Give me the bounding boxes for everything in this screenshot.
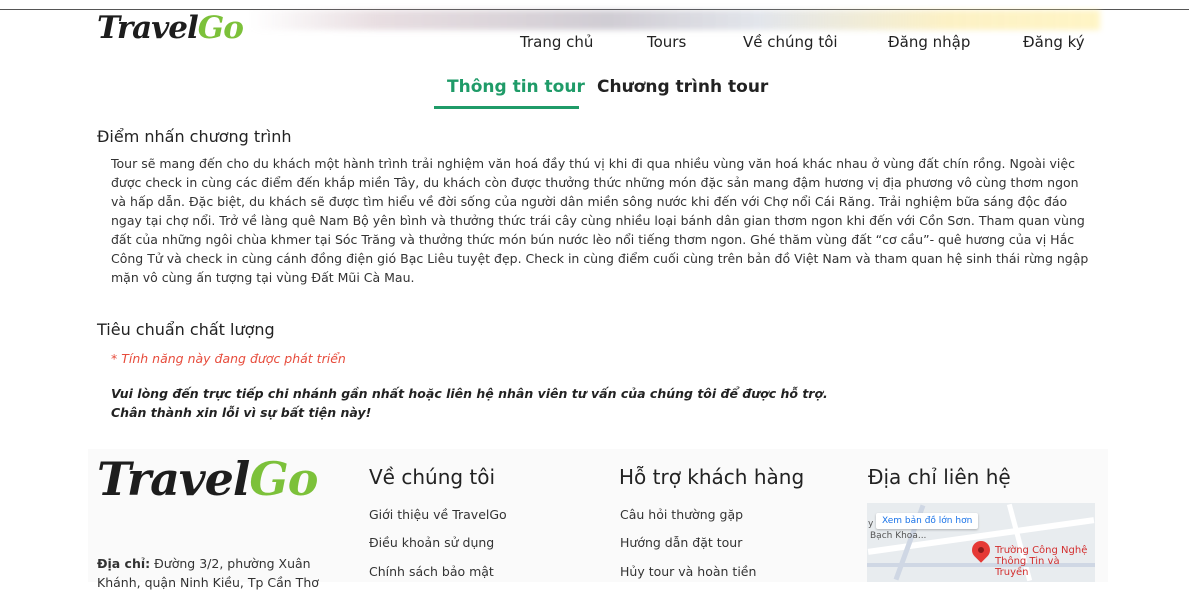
section-title-quality: Tiêu chuẩn chất lượng xyxy=(97,320,275,339)
footer-link-booking-guide[interactable]: Hướng dẫn đặt tour xyxy=(620,535,742,550)
footer-link-about-travelgo[interactable]: Giới thiệu về TravelGo xyxy=(369,507,507,522)
dev-note: * Tính năng này đang được phát triển xyxy=(111,351,346,366)
footer-address: Địa chỉ: Đường 3/2, phường Xuân Khánh, q… xyxy=(97,554,332,592)
logo-text-travel: Travel xyxy=(97,10,199,46)
contact-map[interactable]: y Bạch Khoa... Xem bản đồ lớn hơn Trường… xyxy=(867,503,1095,582)
nav-register[interactable]: Đăng ký xyxy=(1023,33,1085,51)
tab-tour-info[interactable]: Thông tin tour xyxy=(447,77,585,97)
map-pin-icon[interactable] xyxy=(968,537,994,563)
footer-link-privacy[interactable]: Chính sách bảo mật xyxy=(369,564,494,579)
support-notice: Vui lòng đến trực tiếp chi nhánh gần nhấ… xyxy=(111,384,828,422)
tab-active-indicator xyxy=(434,106,579,109)
footer-logo-text-travel: Travel xyxy=(97,452,250,506)
nav-home[interactable]: Trang chủ xyxy=(520,33,593,51)
map-street-label: Bạch Khoa... xyxy=(870,531,927,541)
footer-link-faq[interactable]: Câu hỏi thường gặp xyxy=(620,507,743,522)
notice-line-2: Chân thành xin lỗi vì sự bất tiện này! xyxy=(111,405,372,420)
nav-login[interactable]: Đăng nhập xyxy=(888,33,970,51)
nav-tours[interactable]: Tours xyxy=(647,33,686,51)
highlights-text: Tour sẽ mang đến cho du khách một hành t… xyxy=(111,156,1089,285)
footer-about-title: Về chúng tôi xyxy=(369,465,496,489)
footer-contact-title: Địa chỉ liên hệ xyxy=(868,465,1011,489)
nav-about[interactable]: Về chúng tôi xyxy=(743,33,838,51)
tab-tour-program[interactable]: Chương trình tour xyxy=(597,77,768,97)
header-logo[interactable]: TravelGo xyxy=(97,10,244,46)
logo-text-go: Go xyxy=(197,10,244,46)
section-title-highlights: Điểm nhấn chương trình xyxy=(97,127,292,146)
header-banner-image xyxy=(250,10,1100,30)
view-larger-map-button[interactable]: Xem bản đồ lớn hơn xyxy=(876,513,979,529)
address-label: Địa chỉ: xyxy=(97,556,151,571)
notice-line-1: Vui lòng đến trực tiếp chi nhánh gần nhấ… xyxy=(111,386,828,401)
footer-link-terms[interactable]: Điều khoản sử dụng xyxy=(369,535,494,550)
footer-logo[interactable]: TravelGo xyxy=(97,452,318,506)
footer-support-title: Hỗ trợ khách hàng xyxy=(619,465,805,489)
map-place-name: Trường Công Nghệ Thông Tin và Truyền xyxy=(995,545,1088,578)
map-label-y: y xyxy=(868,519,874,529)
footer-logo-text-go: Go xyxy=(249,452,318,506)
footer-link-cancel-refund[interactable]: Hủy tour và hoàn tiền xyxy=(620,564,756,579)
